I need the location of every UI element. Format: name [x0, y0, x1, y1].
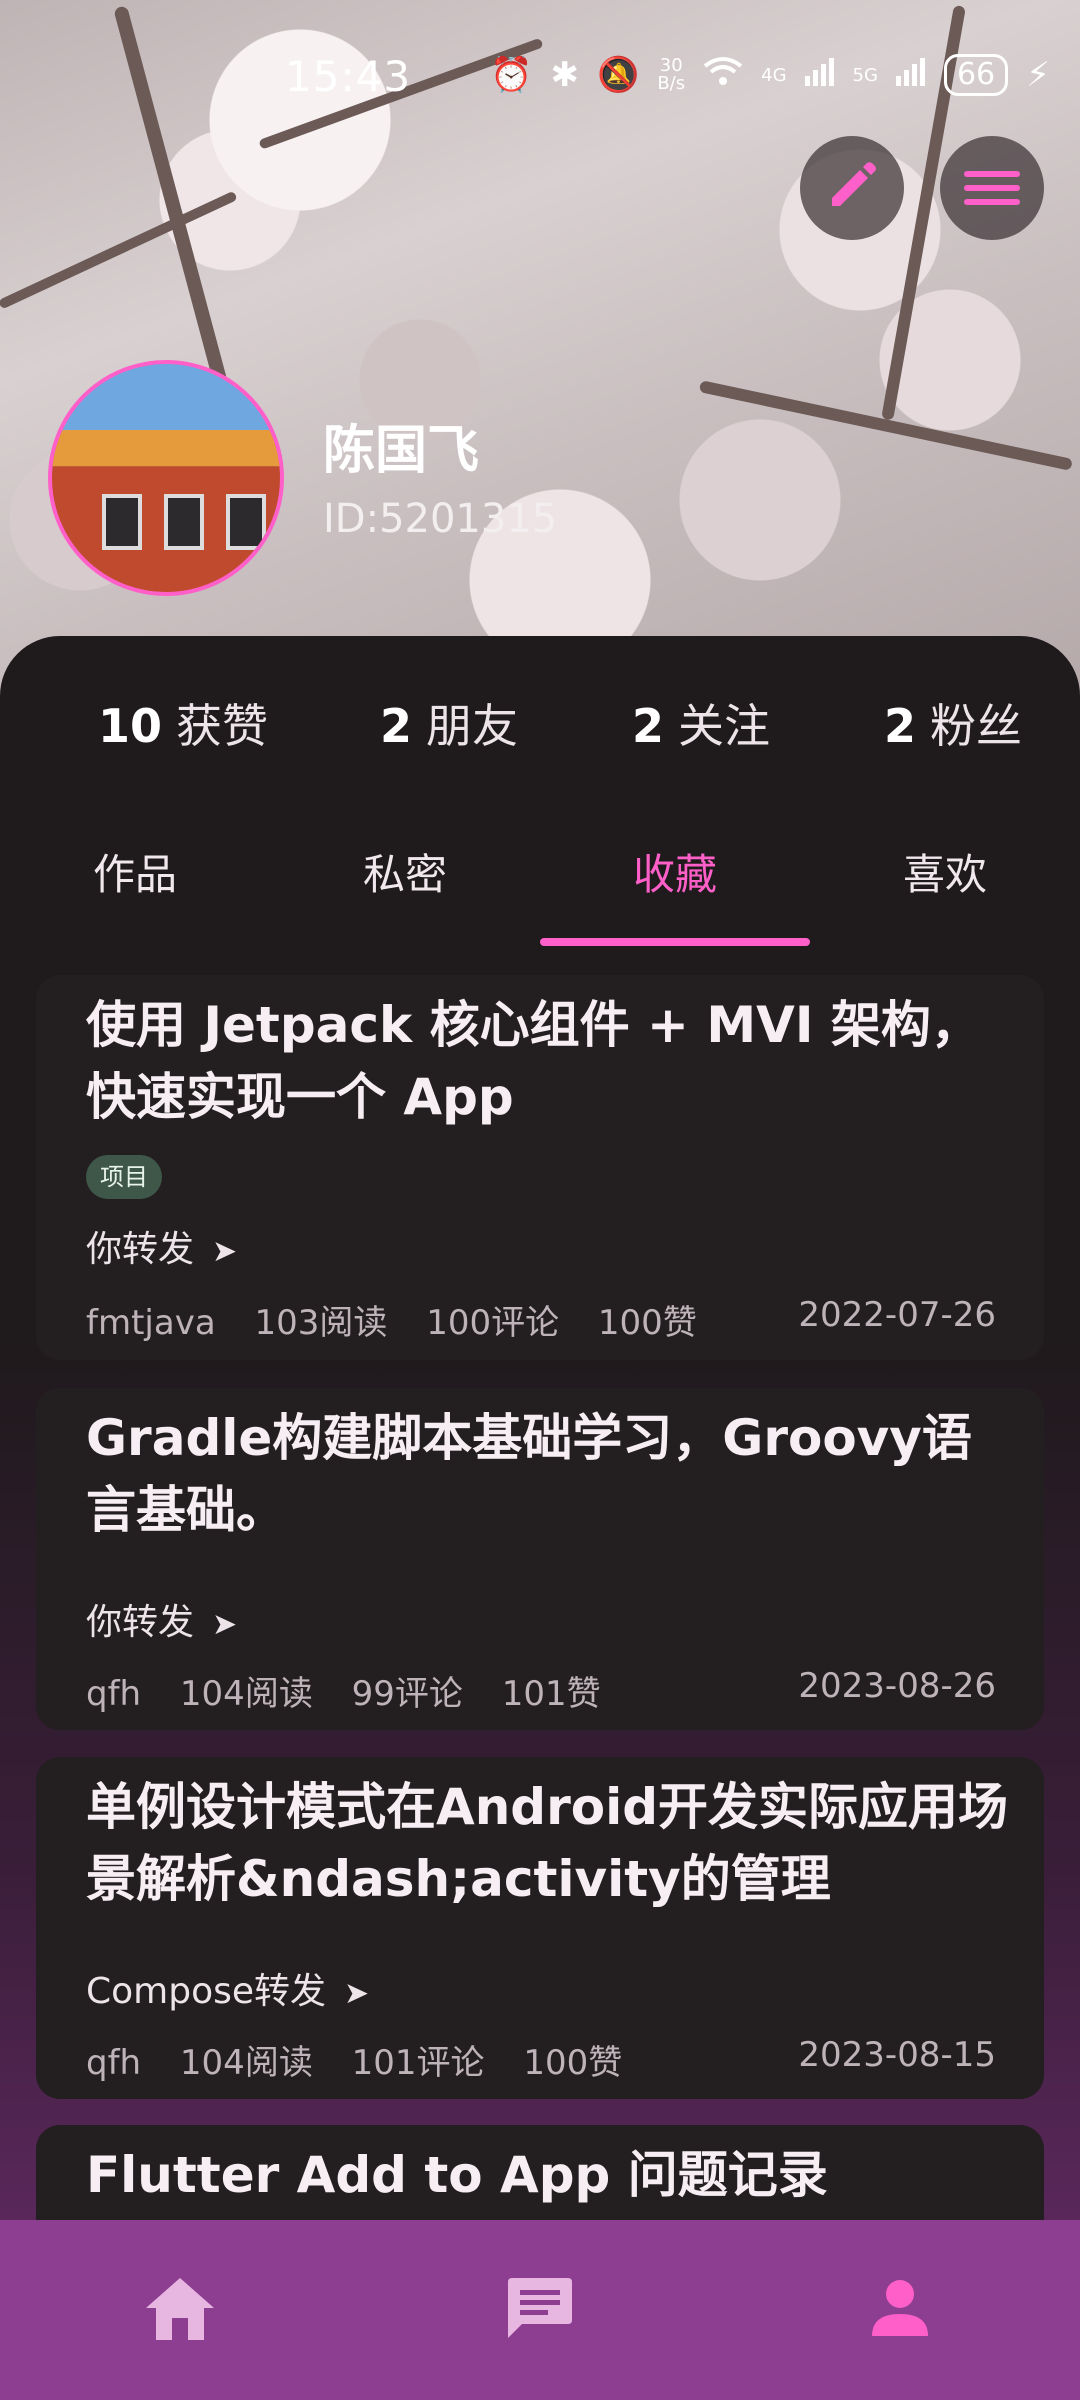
mute-icon: 🔕 — [596, 55, 640, 95]
user-id: ID:5201315 — [323, 496, 558, 542]
post-meta: qfh 104阅读 101评论 100赞 2023-08-15 — [86, 2035, 996, 2084]
stat-following[interactable]: 2 关注 — [632, 690, 770, 756]
avatar[interactable] — [48, 360, 284, 596]
network-speed-unit: B/s — [657, 73, 686, 94]
nav-profile[interactable] — [720, 2220, 1080, 2400]
nav-home[interactable] — [0, 2220, 360, 2400]
share-label: 你转发 — [86, 1602, 195, 1643]
avatar-window-detail — [164, 494, 204, 550]
status-bar: 15:43 ⏰ ✱ 🔕 30 B/s 4G 5G 66 ⚡ — [0, 40, 1080, 120]
stat-likes[interactable]: 10 获赞 — [98, 690, 268, 756]
share-label: Compose转发 — [86, 1971, 327, 2012]
post-reads: 103阅读 — [254, 1303, 388, 1343]
share-info: Compose转发 ➤ — [86, 1962, 369, 2014]
pencil-icon — [824, 158, 880, 218]
post-title: Flutter Add to App 问题记录 — [86, 2146, 828, 2204]
signal-4g-label: 4G — [761, 64, 787, 86]
post-meta: qfh 104阅读 99评论 101赞 2023-08-26 — [86, 1666, 996, 1715]
share-label: 你转发 — [86, 1229, 195, 1270]
bluetooth-icon: ✱ — [550, 55, 579, 95]
user-name: 陈国飞 — [323, 421, 480, 481]
alarm-icon: ⏰ — [490, 55, 533, 95]
post-date: 2022-07-26 — [798, 1295, 996, 1335]
profile-stats: 10 获赞 2 朋友 2 关注 2 粉丝 — [0, 690, 1080, 770]
tab-favorites[interactable]: 收藏 — [540, 840, 810, 910]
menu-button[interactable] — [940, 136, 1044, 240]
send-icon: ➤ — [344, 1976, 370, 2011]
tab-private[interactable]: 私密 — [270, 840, 540, 910]
post-comments: 100评论 — [426, 1303, 560, 1343]
network-speed: 30 B/s — [657, 57, 685, 93]
stat-label: 粉丝 — [930, 699, 1023, 753]
post-meta: fmtjava 103阅读 100评论 100赞 2022-07-26 — [86, 1295, 996, 1344]
stat-followers[interactable]: 2 粉丝 — [884, 690, 1022, 756]
post-reads: 104阅读 — [179, 2043, 313, 2083]
share-info: 你转发 ➤ — [86, 1220, 237, 1272]
nav-messages[interactable] — [360, 2220, 720, 2400]
post-card[interactable]: 单例设计模式在Android开发实际应用场景解析&ndash;activity的… — [36, 1757, 1044, 2099]
home-icon — [144, 2274, 216, 2346]
stat-label: 获赞 — [176, 699, 269, 753]
person-icon — [870, 2278, 930, 2342]
stat-number: 2 — [884, 699, 917, 753]
post-card[interactable]: 使用 Jetpack 核心组件 + MVI 架构，快速实现一个 App 项目 你… — [36, 975, 1044, 1360]
send-icon: ➤ — [212, 1234, 238, 1269]
content-tabs: 作品 私密 收藏 喜欢 — [0, 840, 1080, 950]
stat-label: 关注 — [678, 699, 771, 753]
post-likes: 101赞 — [501, 1674, 601, 1714]
battery-level: 66 — [943, 54, 1009, 96]
post-likes: 100赞 — [523, 2043, 623, 2083]
post-reads: 104阅读 — [179, 1674, 313, 1714]
post-tag[interactable]: 项目 — [86, 1155, 162, 1199]
post-title: Gradle构建脚本基础学习，Groovy语言基础。 — [86, 1409, 972, 1539]
signal-5g-label: 5G — [852, 64, 878, 86]
post-title: 使用 Jetpack 核心组件 + MVI 架构，快速实现一个 App — [86, 996, 981, 1126]
post-author: fmtjava — [86, 1303, 216, 1343]
bottom-navigation — [0, 2220, 1080, 2400]
post-card[interactable]: Gradle构建脚本基础学习，Groovy语言基础。 你转发 ➤ qfh 104阅… — [36, 1388, 1044, 1730]
avatar-window-detail — [226, 494, 266, 550]
tab-likes[interactable]: 喜欢 — [810, 840, 1080, 910]
status-icons: ⏰ ✱ 🔕 30 B/s 4G 5G 66 ⚡ — [490, 54, 1050, 96]
status-time: 15:43 — [285, 52, 412, 101]
stat-number: 10 — [98, 699, 163, 753]
edit-profile-button[interactable] — [800, 136, 904, 240]
post-title: 单例设计模式在Android开发实际应用场景解析&ndash;activity的… — [86, 1778, 1009, 1908]
stat-number: 2 — [632, 699, 665, 753]
tab-works[interactable]: 作品 — [0, 840, 270, 910]
post-author: qfh — [86, 1674, 142, 1714]
avatar-window-detail — [102, 494, 142, 550]
signal-bars-icon — [895, 55, 926, 95]
charging-icon: ⚡ — [1026, 55, 1050, 95]
post-date: 2023-08-15 — [798, 2035, 996, 2075]
message-icon — [506, 2276, 574, 2344]
share-info: 你转发 ➤ — [86, 1593, 237, 1645]
wifi-icon — [703, 55, 743, 95]
post-comments: 99评论 — [351, 1674, 463, 1714]
post-date: 2023-08-26 — [798, 1666, 996, 1706]
stat-friends[interactable]: 2 朋友 — [380, 690, 518, 756]
post-comments: 101评论 — [351, 2043, 485, 2083]
signal-bars-icon — [804, 55, 835, 95]
avatar-roof-detail — [52, 430, 280, 466]
stat-number: 2 — [380, 699, 413, 753]
post-likes: 100赞 — [597, 1303, 697, 1343]
stat-label: 朋友 — [426, 699, 519, 753]
post-author: qfh — [86, 2043, 142, 2083]
hamburger-menu-icon — [964, 163, 1020, 213]
send-icon: ➤ — [212, 1607, 238, 1642]
active-tab-indicator — [540, 938, 810, 946]
